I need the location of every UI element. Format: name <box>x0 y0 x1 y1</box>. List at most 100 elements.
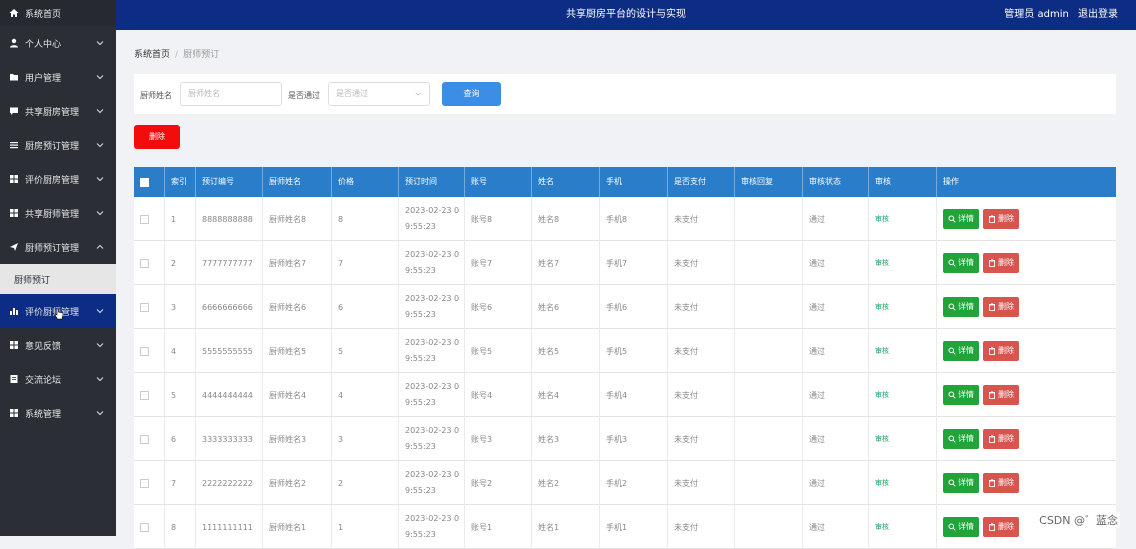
cell-order_no: 7777777777 <box>195 241 262 285</box>
cell-phone: 手机4 <box>599 373 667 417</box>
review-link[interactable]: 审核 <box>875 258 889 268</box>
review-link[interactable]: 审核 <box>875 214 889 224</box>
sidebar-item[interactable]: 用户管理 <box>0 60 116 94</box>
detail-button[interactable]: 详情 <box>943 473 979 493</box>
cell-paid: 未支付 <box>667 417 734 461</box>
row-checkbox[interactable] <box>140 434 149 444</box>
detail-button[interactable]: 详情 <box>943 209 979 229</box>
sidebar-item[interactable]: 厨师预订管理 <box>0 230 116 264</box>
detail-button[interactable]: 详情 <box>943 517 979 537</box>
cell-name: 姓名1 <box>531 505 599 549</box>
row-delete-button[interactable]: 删除 <box>983 209 1019 229</box>
cell-review: 审核 <box>868 241 936 285</box>
cell-index: 1 <box>164 197 195 241</box>
detail-label: 详情 <box>958 258 974 267</box>
sidebar-item[interactable]: 共享厨房管理 <box>0 94 116 128</box>
chef-name-input[interactable]: 厨师姓名 <box>180 82 282 106</box>
row-delete-button[interactable]: 删除 <box>983 429 1019 449</box>
cell-review: 审核 <box>868 461 936 505</box>
chevron-up-icon <box>96 243 104 251</box>
cell-chef: 厨师姓名2 <box>262 461 331 505</box>
select-all-checkbox[interactable] <box>140 177 149 187</box>
row-checkbox[interactable] <box>140 302 149 312</box>
cell-name: 姓名3 <box>531 417 599 461</box>
column-header: 手机 <box>599 167 667 197</box>
trash-icon <box>989 347 995 355</box>
search-icon <box>948 479 956 487</box>
detail-button[interactable]: 详情 <box>943 429 979 449</box>
sidebar-item[interactable]: 意见反馈 <box>0 328 116 362</box>
review-link[interactable]: 审核 <box>875 302 889 312</box>
row-delete-button[interactable]: 删除 <box>983 341 1019 361</box>
row-delete-button[interactable]: 删除 <box>983 517 1019 537</box>
cell-status: 通过 <box>802 241 868 285</box>
cell-paid: 未支付 <box>667 329 734 373</box>
sidebar-item[interactable]: 评价厨房管理 <box>0 162 116 196</box>
sidebar-item[interactable]: 个人中心 <box>0 26 116 60</box>
user-label: 管理员 admin <box>1004 9 1069 20</box>
breadcrumb-home[interactable]: 系统首页 <box>134 50 170 60</box>
cell-phone: 手机7 <box>599 241 667 285</box>
cell-price: 4 <box>331 373 398 417</box>
row-checkbox[interactable] <box>140 390 149 400</box>
review-link[interactable]: 审核 <box>875 434 889 444</box>
detail-button[interactable]: 详情 <box>943 341 979 361</box>
passed-label: 是否通过 <box>288 91 320 100</box>
detail-label: 详情 <box>958 390 974 399</box>
grid-icon <box>9 174 19 184</box>
cell-name: 姓名7 <box>531 241 599 285</box>
cell-paid: 未支付 <box>667 241 734 285</box>
delete-label: 删除 <box>998 258 1014 267</box>
sidebar-item[interactable]: 系统管理 <box>0 396 116 430</box>
trash-icon <box>989 259 995 267</box>
grid-icon <box>9 340 19 350</box>
sidebar-item[interactable]: 交流论坛 <box>0 362 116 396</box>
breadcrumb-separator: / <box>175 50 179 60</box>
row-checkbox[interactable] <box>140 522 149 532</box>
review-link[interactable]: 审核 <box>875 522 889 532</box>
review-link[interactable]: 审核 <box>875 478 889 488</box>
search-icon <box>948 435 956 443</box>
sidebar-item-label: 系统管理 <box>25 409 62 420</box>
cell-chef: 厨师姓名4 <box>262 373 331 417</box>
cell-price: 7 <box>331 241 398 285</box>
cell-name: 姓名6 <box>531 285 599 329</box>
sidebar-item[interactable]: 厨房预订管理 <box>0 128 116 162</box>
row-delete-button[interactable]: 删除 <box>983 297 1019 317</box>
row-checkbox[interactable] <box>140 478 149 488</box>
row-delete-button[interactable]: 删除 <box>983 253 1019 273</box>
review-link[interactable]: 审核 <box>875 346 889 356</box>
logout-link[interactable]: 退出登录 <box>1078 9 1118 20</box>
cell-chef: 厨师姓名7 <box>262 241 331 285</box>
sidebar-item[interactable]: 评价厨师管理 <box>0 294 116 328</box>
sidebar-item-label: 厨师预订管理 <box>25 243 80 254</box>
row-checkbox[interactable] <box>140 214 149 224</box>
cell-account: 账号1 <box>464 505 531 549</box>
row-delete-button[interactable]: 删除 <box>983 473 1019 493</box>
sidebar-item[interactable]: 共享厨师管理 <box>0 196 116 230</box>
review-link[interactable]: 审核 <box>875 390 889 400</box>
cursor-pointer-icon <box>54 308 64 320</box>
bulk-delete-button[interactable]: 删除 <box>134 125 180 149</box>
cell-actions: 详情 删除 <box>936 417 1116 461</box>
row-checkbox[interactable] <box>140 258 149 268</box>
cell-name: 姓名4 <box>531 373 599 417</box>
passed-select[interactable]: 是否通过 <box>328 82 430 106</box>
row-checkbox[interactable] <box>140 346 149 356</box>
cell-paid: 未支付 <box>667 505 734 549</box>
query-button[interactable]: 查询 <box>442 82 501 106</box>
cell-order_no: 5555555555 <box>195 329 262 373</box>
row-delete-button[interactable]: 删除 <box>983 385 1019 405</box>
cell-reply <box>734 329 802 373</box>
chevron-down-icon <box>96 209 104 217</box>
column-header: 审核回复 <box>734 167 802 197</box>
sidebar-item-home[interactable]: 系统首页 <box>0 0 116 26</box>
detail-button[interactable]: 详情 <box>943 297 979 317</box>
sidebar-subitem-chef-booking[interactable]: 厨师预订 <box>0 264 116 294</box>
cell-phone: 手机3 <box>599 417 667 461</box>
row-select-cell <box>134 461 164 505</box>
folder-icon <box>9 72 19 82</box>
detail-button[interactable]: 详情 <box>943 253 979 273</box>
detail-button[interactable]: 详情 <box>943 385 979 405</box>
sidebar-item-label: 厨房预订管理 <box>25 141 80 152</box>
